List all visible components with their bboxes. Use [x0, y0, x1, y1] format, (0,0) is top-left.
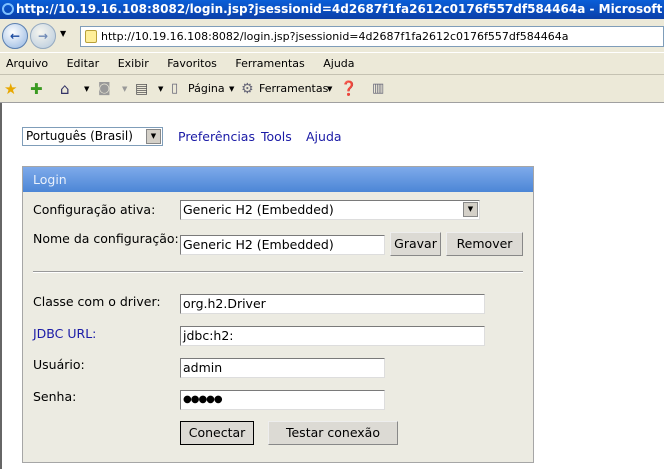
- tools-dropdown-icon[interactable]: ▼: [327, 75, 332, 103]
- divider: [33, 271, 523, 273]
- user-label: Usuário:: [33, 357, 85, 372]
- feeds-dropdown-icon[interactable]: ▼: [122, 75, 127, 103]
- address-input[interactable]: http://10.19.16.108:8082/login.jsp?jsess…: [80, 26, 664, 47]
- page-menu-button[interactable]: Página: [188, 75, 225, 103]
- driver-input[interactable]: org.h2.Driver: [180, 294, 485, 314]
- window-title-bar: http://10.19.16.108:8082/login.jsp?jsess…: [0, 0, 664, 19]
- password-input[interactable]: ●●●●●: [180, 390, 385, 410]
- forward-button[interactable]: →: [30, 23, 56, 49]
- navigation-bar: ← → ▼ http://10.19.16.108:8082/login.jsp…: [0, 19, 664, 52]
- page-dropdown-icon[interactable]: ▼: [229, 75, 234, 103]
- menu-exibir[interactable]: Exibir: [118, 57, 149, 70]
- back-button[interactable]: ←: [2, 23, 28, 49]
- menu-editar[interactable]: Editar: [67, 57, 100, 70]
- link-preferences[interactable]: Preferências: [178, 129, 255, 144]
- chevron-down-icon[interactable]: ▼: [146, 129, 161, 144]
- login-panel: Login Configuração ativa: Generic H2 (Em…: [22, 166, 534, 463]
- print-icon[interactable]: ▤: [135, 75, 148, 103]
- menu-favoritos[interactable]: Favoritos: [167, 57, 217, 70]
- active-config-value: Generic H2 (Embedded): [183, 202, 334, 217]
- user-input[interactable]: admin: [180, 358, 385, 378]
- gear-icon: ⚙: [241, 81, 254, 97]
- link-help[interactable]: Ajuda: [306, 129, 342, 144]
- test-connection-button[interactable]: Testar conexão: [268, 421, 398, 445]
- jdbc-url-label[interactable]: JDBC URL:: [33, 326, 96, 341]
- connect-button[interactable]: Conectar: [180, 421, 254, 445]
- page-content: Português (Brasil) ▼ Preferências Tools …: [0, 103, 664, 469]
- jdbc-url-input[interactable]: jdbc:h2:: [180, 326, 485, 346]
- add-favorite-icon[interactable]: ✚: [30, 75, 43, 103]
- login-panel-header: Login: [23, 167, 533, 192]
- page-menu-icon: ▯: [171, 81, 179, 96]
- command-toolbar: ★ ✚ ⌂ ▼ ◙ ▼ ▤ ▼ ▯ Página ▼ ⚙ Ferramentas…: [0, 75, 664, 103]
- menu-ajuda[interactable]: Ajuda: [323, 57, 354, 70]
- active-config-select[interactable]: Generic H2 (Embedded) ▼: [180, 200, 480, 220]
- address-text: http://10.19.16.108:8082/login.jsp?jsess…: [101, 30, 569, 43]
- print-dropdown-icon[interactable]: ▼: [158, 75, 163, 103]
- page-icon: [85, 30, 97, 43]
- menu-ferramentas[interactable]: Ferramentas: [235, 57, 304, 70]
- language-value: Português (Brasil): [26, 129, 133, 143]
- config-name-label: Nome da configuração:: [33, 231, 179, 246]
- home-dropdown-icon[interactable]: ▼: [84, 75, 89, 103]
- save-button[interactable]: Gravar: [390, 232, 441, 256]
- menu-bar: Arquivo Editar Exibir Favoritos Ferramen…: [0, 52, 664, 75]
- password-label: Senha:: [33, 389, 77, 404]
- history-dropdown-icon[interactable]: ▼: [60, 29, 66, 38]
- research-icon[interactable]: ▥: [372, 75, 384, 103]
- link-tools[interactable]: Tools: [261, 129, 292, 144]
- feeds-icon[interactable]: ◙: [98, 75, 111, 103]
- window-title: http://10.19.16.108:8082/login.jsp?jsess…: [16, 2, 664, 16]
- ie-logo-icon: [2, 3, 14, 15]
- active-config-label: Configuração ativa:: [33, 202, 156, 217]
- remove-button[interactable]: Remover: [446, 232, 523, 256]
- config-name-input[interactable]: Generic H2 (Embedded): [180, 235, 385, 255]
- chevron-down-icon[interactable]: ▼: [463, 202, 478, 217]
- home-icon[interactable]: ⌂: [60, 75, 70, 103]
- help-icon[interactable]: ❓: [340, 75, 357, 103]
- menu-arquivo[interactable]: Arquivo: [6, 57, 48, 70]
- language-select[interactable]: Português (Brasil) ▼: [22, 127, 163, 146]
- tools-menu-button[interactable]: Ferramentas: [259, 75, 328, 103]
- driver-label: Classe com o driver:: [33, 294, 161, 309]
- favorites-star-icon[interactable]: ★: [4, 75, 17, 103]
